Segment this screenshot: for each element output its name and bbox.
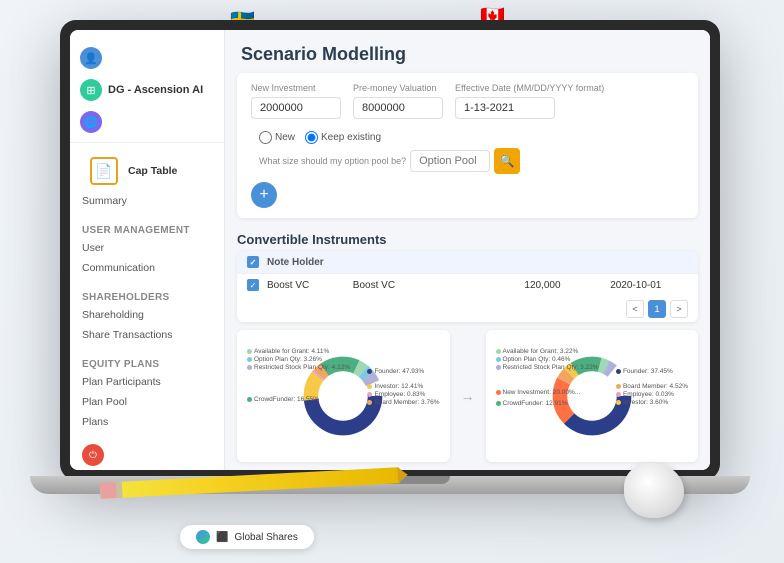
main-content: Scenario Modelling New Investment Pre-mo…: [225, 30, 710, 470]
global-shares-icon: [196, 530, 210, 544]
chart-arrow: →: [458, 330, 478, 462]
sidebar-item-share-transactions[interactable]: Share Transactions: [70, 325, 224, 345]
sidebar-item-plan-pool[interactable]: Plan Pool: [70, 392, 224, 412]
radio-keep-input[interactable]: [305, 131, 318, 144]
company-icon: ⊞: [80, 79, 102, 101]
share-transactions-label: Share Transactions: [82, 329, 172, 341]
power-button-area: ⏻: [70, 436, 224, 470]
option-pool-input[interactable]: [410, 150, 490, 172]
row-date: 2020-10-01: [610, 280, 688, 291]
bottom-bar: ⬛ Global Shares: [180, 525, 314, 549]
chart1-legend-right: Founder: 47.93% Investor: 12.41% Employe…: [367, 368, 439, 407]
cap-table-icon: 📄: [90, 157, 118, 185]
form-section: New Investment Pre-money Valuation Effec…: [237, 73, 698, 218]
chart1-legend-left: Available for Grant: 4.11% Option Plan Q…: [247, 348, 350, 404]
effective-date-group: Effective Date (MM/DD/YYYY format): [455, 83, 604, 119]
sidebar-cap-table-section: 📄 Cap Table Summary: [70, 147, 224, 215]
radio-keep[interactable]: Keep existing: [305, 131, 381, 144]
radio-keep-label: Keep existing: [321, 132, 381, 143]
chart2-legend-left: Available for Grant: 3.22% Option Plan Q…: [496, 348, 599, 408]
next-page-button[interactable]: >: [670, 300, 688, 318]
table-row: ✓ Boost VC Boost VC 120,000 2020-10-01: [237, 273, 698, 296]
sidebar-globe-row[interactable]: 🌐: [70, 106, 224, 138]
add-button[interactable]: +: [251, 182, 277, 208]
convertible-instruments-table: ✓ Note Holder ✓ Boost VC Boost VC 120,00…: [237, 251, 698, 322]
chart-1: Available for Grant: 4.11% Option Plan Q…: [237, 330, 450, 462]
row-checkbox[interactable]: ✓: [247, 279, 259, 291]
radio-option-group: New Keep existing What size should my op…: [259, 131, 520, 174]
option-pool-row: What size should my option pool be? 🔍: [259, 148, 520, 174]
plan-participants-label: Plan Participants: [82, 376, 161, 388]
shareholding-label: Shareholding: [82, 309, 144, 321]
globe-icon: 🌐: [80, 111, 102, 133]
cap-table-label: Cap Table: [128, 165, 177, 177]
global-shares-label: Global Shares: [234, 532, 297, 543]
pre-money-input[interactable]: [353, 97, 443, 119]
col-note-holder: Note Holder: [267, 257, 345, 268]
sidebar-item-shareholding[interactable]: Shareholding: [70, 305, 224, 325]
row-holder: Boost VC: [267, 280, 345, 291]
global-shares-logo: ⬛: [216, 532, 228, 543]
convertible-instruments-title: Convertible Instruments: [225, 226, 710, 251]
user-avatar: 👤: [80, 47, 102, 69]
radio-new-input[interactable]: [259, 131, 272, 144]
option-pool-label: What size should my option pool be?: [259, 156, 406, 166]
search-button[interactable]: 🔍: [494, 148, 520, 174]
pencil-tip: [397, 467, 408, 484]
radio-new-label: New: [275, 132, 295, 143]
user-mgmt-title: User Management: [70, 219, 224, 238]
row-amount: 120,000: [524, 280, 602, 291]
effective-date-label: Effective Date (MM/DD/YYYY format): [455, 83, 604, 93]
paper-ball: [624, 463, 684, 518]
sidebar-item-user[interactable]: User: [70, 238, 224, 258]
user-label: User: [82, 242, 104, 254]
power-button[interactable]: ⏻: [82, 444, 104, 466]
sidebar-item-plans[interactable]: Plans: [70, 412, 224, 432]
sidebar-equity-plans-section: Equity Plans Plan Participants Plan Pool…: [70, 349, 224, 436]
charts-section: Available for Grant: 4.11% Option Plan Q…: [225, 322, 710, 470]
equity-plans-title: Equity Plans: [70, 353, 224, 372]
page-title: Scenario Modelling: [225, 30, 710, 73]
new-investment-label: New Investment: [251, 83, 341, 93]
new-investment-group: New Investment: [251, 83, 341, 119]
sidebar: 👤 ⊞ DG - Ascension AI 🌐 📄 Cap Table Summ…: [70, 30, 225, 470]
pre-money-label: Pre-money Valuation: [353, 83, 443, 93]
prev-page-button[interactable]: <: [626, 300, 644, 318]
plans-label: Plans: [82, 416, 108, 428]
chart2-legend-right: Founder: 37.45% Board Member: 4.52% Empl…: [616, 368, 688, 407]
sidebar-shareholders-section: Shareholders Shareholding Share Transact…: [70, 282, 224, 349]
sidebar-user-icon[interactable]: 👤: [70, 42, 224, 74]
sidebar-item-plan-participants[interactable]: Plan Participants: [70, 372, 224, 392]
laptop-frame: 👤 ⊞ DG - Ascension AI 🌐 📄 Cap Table Summ…: [60, 20, 720, 480]
sidebar-user-mgmt-section: User Management User Communication: [70, 215, 224, 282]
communication-label: Communication: [82, 262, 155, 274]
header-checkbox[interactable]: ✓: [247, 256, 259, 268]
sidebar-item-communication[interactable]: Communication: [70, 258, 224, 278]
company-name: DG - Ascension AI: [108, 84, 203, 96]
shareholders-title: Shareholders: [70, 286, 224, 305]
current-page[interactable]: 1: [648, 300, 666, 318]
radio-group: New Keep existing: [259, 131, 520, 144]
chart-2: Available for Grant: 3.22% Option Plan Q…: [486, 330, 699, 462]
new-investment-input[interactable]: [251, 97, 341, 119]
sidebar-item-summary[interactable]: Summary: [70, 191, 224, 211]
pagination: < 1 >: [237, 296, 698, 322]
sidebar-top-icons: 👤 ⊞ DG - Ascension AI 🌐: [70, 38, 224, 143]
pre-money-valuation-group: Pre-money Valuation: [353, 83, 443, 119]
form-row: New Investment Pre-money Valuation Effec…: [251, 83, 684, 174]
sidebar-company-row[interactable]: ⊞ DG - Ascension AI: [70, 74, 224, 106]
radio-new[interactable]: New: [259, 131, 295, 144]
effective-date-input[interactable]: [455, 97, 555, 119]
plan-pool-label: Plan Pool: [82, 396, 127, 408]
pencil-band: [116, 482, 123, 498]
screen: 👤 ⊞ DG - Ascension AI 🌐 📄 Cap Table Summ…: [70, 30, 710, 470]
table-header: ✓ Note Holder: [237, 251, 698, 273]
sidebar-summary-label: Summary: [82, 195, 127, 207]
row-col2: Boost VC: [353, 280, 431, 291]
